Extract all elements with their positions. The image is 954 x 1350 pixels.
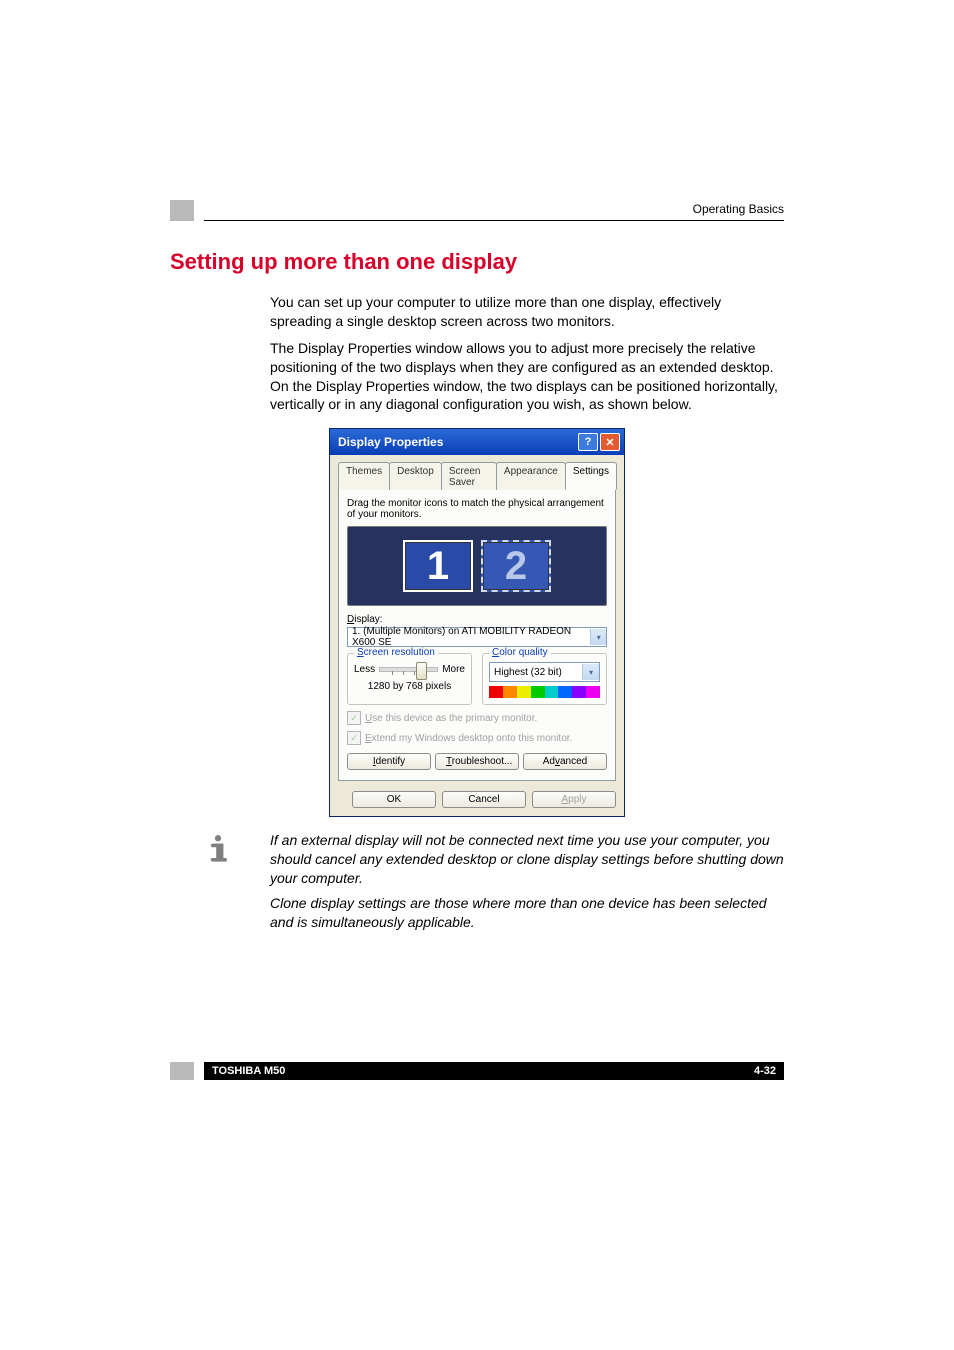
checkbox-primary-monitor: ✓ Use this device as the primary monitor… [347,711,607,725]
resolution-value: 1280 by 768 pixels [354,681,465,692]
tabstrip: Themes Desktop Screen Saver Appearance S… [338,461,616,490]
note-paragraph: Clone display settings are those where m… [270,894,784,932]
color-quality-dropdown[interactable]: Highest (32 bit) ▾ [489,662,600,682]
color-quality-value: Highest (32 bit) [494,667,562,678]
footer-accent [170,1062,194,1080]
info-icon [200,831,236,867]
troubleshoot-button[interactable]: Troubleshoot... [435,753,519,770]
checkbox-extend-desktop: ✓ Extend my Windows desktop onto this mo… [347,731,607,745]
slider-more-label: More [442,664,465,675]
screen-resolution-group: Screen resolution Less M [347,653,472,705]
advanced-button[interactable]: Advanced [523,753,607,770]
tab-themes[interactable]: Themes [338,462,390,490]
footer-right: 4-32 [754,1065,776,1077]
header-accent [170,200,194,221]
ok-button[interactable]: OK [352,791,436,808]
color-quality-group: Color quality Highest (32 bit) ▾ [482,653,607,705]
monitor-2[interactable]: 2 [481,540,551,592]
instruction-text: Drag the monitor icons to match the phys… [347,498,607,520]
slider-less-label: Less [354,664,375,675]
paragraph: You can set up your computer to utilize … [270,293,784,331]
chevron-down-icon: ▾ [582,664,599,680]
chevron-down-icon: ▾ [590,629,606,645]
cancel-button[interactable]: Cancel [442,791,526,808]
monitor-arrangement[interactable]: 1 2 [347,526,607,606]
group-legend: Screen resolution [354,647,438,658]
page-header: Operating Basics [170,200,784,221]
dialog-titlebar[interactable]: Display Properties ? ✕ [330,429,624,455]
tab-desktop[interactable]: Desktop [389,462,442,490]
page-footer: TOSHIBA M50 4-32 [204,1062,784,1080]
display-properties-dialog: Display Properties ? ✕ Themes Desktop Sc… [329,428,625,817]
footer-left: TOSHIBA M50 [212,1065,285,1077]
checkbox-icon: ✓ [347,711,361,725]
checkbox-icon: ✓ [347,731,361,745]
display-value: 1. (Multiple Monitors) on ATI MOBILITY R… [352,626,590,648]
running-head: Operating Basics [693,202,784,216]
section-title: Setting up more than one display [170,249,784,275]
slider-thumb[interactable] [416,662,427,680]
apply-button[interactable]: Apply [532,791,616,808]
tab-screen-saver[interactable]: Screen Saver [441,462,497,490]
monitor-1[interactable]: 1 [403,540,473,592]
group-legend: Color quality [489,647,551,658]
header-rule: Operating Basics [204,200,784,221]
note-block: If an external display will not be conne… [170,831,784,937]
display-label: Display: [347,614,607,625]
tab-settings[interactable]: Settings [565,462,617,490]
help-button[interactable]: ? [578,433,598,451]
resolution-slider[interactable] [379,667,438,672]
color-swatch [489,686,600,698]
screenshot: Display Properties ? ✕ Themes Desktop Sc… [170,428,784,817]
paragraph: The Display Properties window allows you… [270,339,784,415]
tab-panel-settings: Drag the monitor icons to match the phys… [338,490,616,781]
dialog-title: Display Properties [338,435,443,449]
note-paragraph: If an external display will not be conne… [270,831,784,888]
body-text: You can set up your computer to utilize … [270,293,784,414]
identify-button[interactable]: Identify [347,753,431,770]
display-dropdown[interactable]: 1. (Multiple Monitors) on ATI MOBILITY R… [347,627,607,647]
tab-appearance[interactable]: Appearance [496,462,566,490]
close-button[interactable]: ✕ [600,433,620,451]
